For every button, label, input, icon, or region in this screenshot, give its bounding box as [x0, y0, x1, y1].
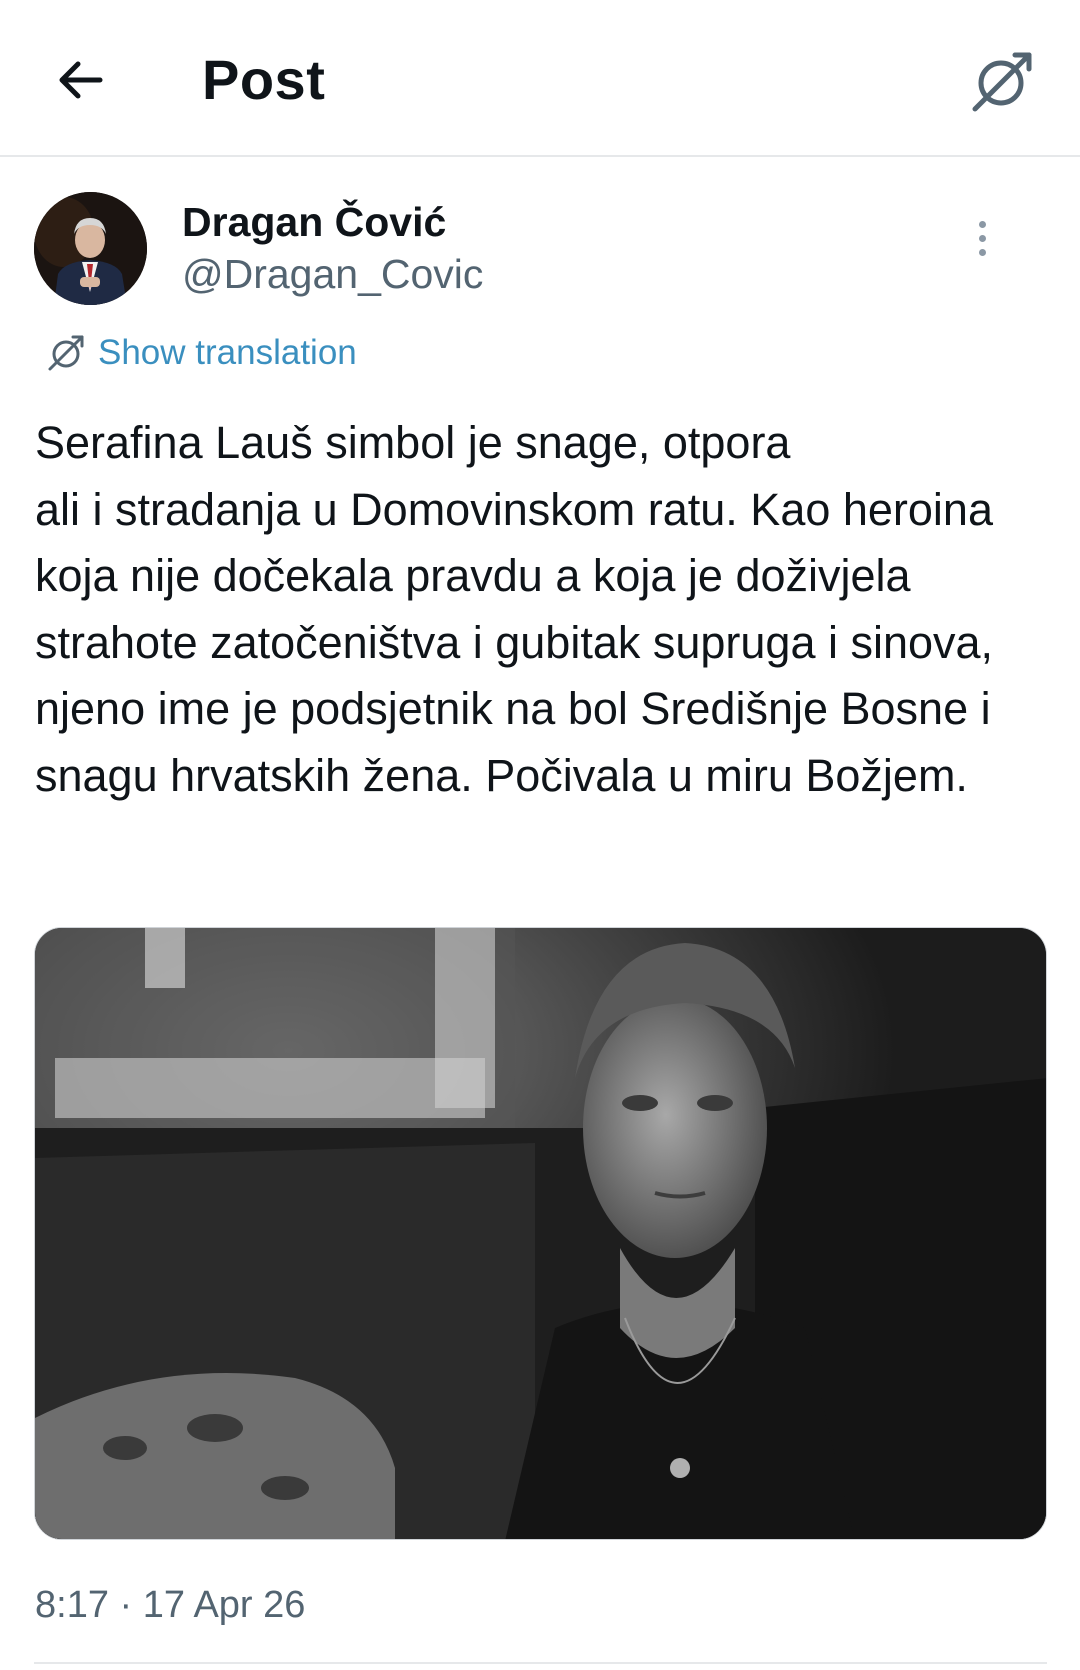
more-vertical-icon — [978, 234, 986, 242]
show-translation-label: Show translation — [98, 333, 357, 372]
arrow-left-icon — [59, 61, 103, 99]
back-button[interactable] — [48, 48, 112, 112]
more-vertical-icon — [978, 248, 986, 256]
portrait-photo — [35, 928, 1046, 1539]
author-handle[interactable]: @Dragan_Covic — [182, 248, 483, 300]
divider — [34, 1662, 1047, 1664]
top-app-bar: Post — [0, 0, 1080, 157]
avatar-photo — [34, 192, 147, 305]
translate-icon — [972, 52, 1032, 112]
tweet-media-photo[interactable] — [34, 927, 1047, 1540]
more-options-button[interactable] — [962, 212, 1002, 264]
translate-icon — [48, 335, 84, 371]
page-title: Post — [202, 48, 326, 111]
translate-button[interactable] — [962, 42, 1042, 122]
author-name[interactable]: Dragan Čović — [182, 196, 446, 248]
more-vertical-icon — [978, 220, 986, 228]
show-translation-link[interactable]: Show translation — [46, 330, 357, 376]
tweet-text: Serafina Lauš simbol je snage, otpora al… — [35, 417, 994, 801]
avatar[interactable] — [34, 192, 147, 305]
tweet-timestamp[interactable]: 8:17 · 17 Apr 26 — [35, 1580, 305, 1630]
